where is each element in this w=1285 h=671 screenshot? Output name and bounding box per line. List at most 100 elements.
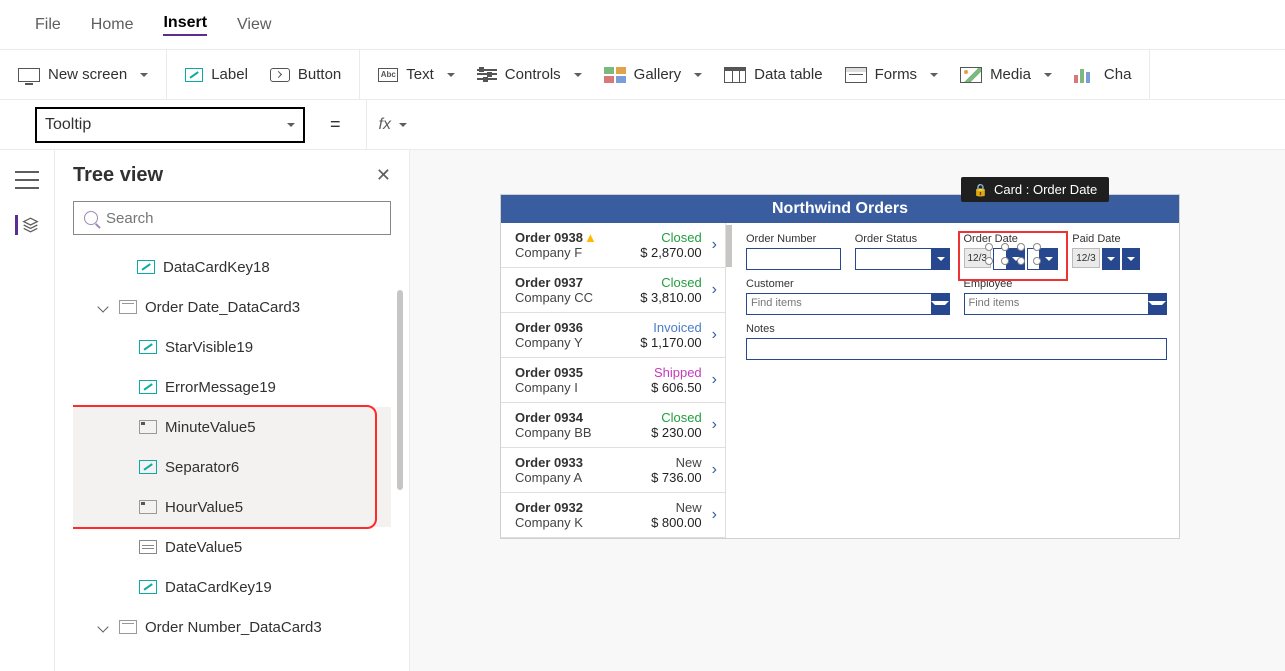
tree-item[interactable]: StarVisible19 [73, 327, 391, 367]
order-status: Closed [632, 230, 702, 245]
tree-item-label: DateValue5 [165, 539, 242, 556]
canvas: 🔒Card : Order Date Northwind Orders Orde… [410, 150, 1285, 671]
menu-insert[interactable]: Insert [163, 14, 207, 36]
order-name: Order 0937 [515, 275, 632, 290]
app-preview: 🔒Card : Order Date Northwind Orders Orde… [500, 194, 1180, 539]
menu-file[interactable]: File [35, 16, 61, 34]
text-dropdown[interactable]: AbcText [378, 66, 455, 83]
controls-dropdown[interactable]: Controls [477, 66, 582, 83]
order-name: Order 0938▲ [515, 230, 632, 245]
tree-item[interactable]: ErrorMessage19 [73, 367, 391, 407]
order-form: Order Number Order Status Order Date 12/… [734, 223, 1179, 538]
panel-title: Tree view [73, 164, 163, 187]
tree-item[interactable]: MinuteValue5 [73, 407, 391, 447]
forms-dropdown[interactable]: Forms [845, 66, 939, 83]
order-name: Order 0936 [515, 320, 632, 335]
tree-item[interactable]: DataCardKey19 [73, 567, 391, 607]
order-row[interactable]: Order 0934Company BBClosed$ 230.00› [501, 403, 725, 448]
order-price: $ 606.50 [632, 380, 702, 395]
tree-item-label: DataCardKey19 [165, 579, 272, 596]
tree-view-rail-icon[interactable] [15, 215, 39, 235]
employee-select[interactable]: Find items [964, 293, 1168, 315]
menu-view[interactable]: View [237, 16, 271, 34]
new-screen-button[interactable]: New screen [18, 66, 148, 83]
chevron-right-icon: › [702, 371, 717, 389]
order-status-label: Order Status [855, 233, 950, 245]
orders-list[interactable]: Order 0938▲Company FClosed$ 2,870.00›Ord… [501, 223, 726, 538]
media-dropdown[interactable]: Media [960, 66, 1052, 83]
order-status: New [632, 500, 702, 515]
tree-item-label: Separator6 [165, 459, 239, 476]
data-table-button[interactable]: Data table [724, 66, 822, 83]
order-number-label: Order Number [746, 233, 841, 245]
menu-home[interactable]: Home [91, 16, 134, 34]
close-icon[interactable]: ✕ [376, 165, 391, 186]
tree-item[interactable]: DateValue5 [73, 527, 391, 567]
data-table-icon [724, 67, 746, 83]
customer-select[interactable]: Find items [746, 293, 950, 315]
paid-date-value[interactable]: 12/3 [1072, 248, 1099, 268]
order-company: Company F [515, 245, 632, 260]
order-price: $ 800.00 [632, 515, 702, 530]
order-date-minute[interactable] [1027, 248, 1059, 270]
tree-item-label: HourValue5 [165, 499, 243, 516]
tree-item-label: Order Date_DataCard3 [145, 299, 300, 316]
tree-search[interactable] [73, 201, 391, 235]
list-scrollbar[interactable] [726, 225, 732, 267]
paid-date-minute[interactable] [1122, 248, 1140, 270]
order-status-select[interactable] [855, 248, 950, 270]
button-button[interactable]: Button [270, 66, 341, 83]
screen-icon [18, 68, 40, 82]
tree-item-label: Order Number_DataCard3 [145, 619, 322, 636]
caret-icon [97, 301, 108, 312]
notes-input[interactable] [746, 338, 1167, 360]
property-selector[interactable]: Tooltip [35, 107, 305, 143]
menu-icon[interactable] [15, 170, 39, 190]
box-icon [139, 500, 157, 514]
tree-view-panel: Tree view ✕ DataCardKey18 Order Date_Data… [55, 150, 410, 671]
tree-item[interactable]: Order Date_DataCard3 [73, 287, 391, 327]
order-row[interactable]: Order 0935Company IShipped$ 606.50› [501, 358, 725, 403]
formula-bar[interactable]: fx [366, 100, 1285, 150]
order-row[interactable]: Order 0932Company KNew$ 800.00› [501, 493, 725, 538]
order-price: $ 1,170.00 [632, 335, 702, 350]
order-status: Closed [632, 410, 702, 425]
order-company: Company A [515, 470, 632, 485]
order-price: $ 230.00 [632, 425, 702, 440]
chevron-down-icon [932, 248, 950, 270]
order-name: Order 0935 [515, 365, 632, 380]
order-company: Company K [515, 515, 632, 530]
order-row[interactable]: Order 0938▲Company FClosed$ 2,870.00› [501, 223, 725, 268]
tree-item-label: StarVisible19 [165, 339, 253, 356]
order-date-value[interactable]: 12/3 [964, 248, 991, 268]
order-row[interactable]: Order 0933Company ANew$ 736.00› [501, 448, 725, 493]
order-number-input[interactable] [746, 248, 841, 270]
paid-date-hour[interactable] [1102, 248, 1120, 270]
charts-dropdown[interactable]: Cha [1074, 66, 1132, 83]
employee-label: Employee [964, 278, 1168, 290]
search-input[interactable] [106, 210, 380, 227]
order-row[interactable]: Order 0937Company CCClosed$ 3,810.00› [501, 268, 725, 313]
gallery-dropdown[interactable]: Gallery [604, 66, 703, 83]
order-date-hour[interactable] [993, 248, 1025, 270]
chevron-down-icon [394, 116, 407, 134]
tree-item[interactable]: Order Number_DataCard3 [73, 607, 391, 647]
controls-icon [477, 68, 497, 82]
tree-item[interactable]: DataCardKey18 [73, 247, 391, 287]
tree-item[interactable]: Separator6 [73, 447, 391, 487]
text-icon: Abc [378, 68, 398, 82]
charts-icon [1074, 67, 1096, 83]
pen-icon [137, 260, 155, 274]
tree-item-label: MinuteValue5 [165, 419, 256, 436]
form-icon [119, 620, 137, 634]
order-company: Company BB [515, 425, 632, 440]
equals-sign: = [320, 114, 351, 135]
panel-scrollbar[interactable] [397, 290, 403, 490]
order-row[interactable]: Order 0936Company YInvoiced$ 1,170.00› [501, 313, 725, 358]
label-button[interactable]: Label [185, 66, 248, 83]
search-icon [84, 211, 98, 225]
box-icon [139, 420, 157, 434]
forms-icon [845, 67, 867, 83]
label-icon [185, 68, 203, 82]
tree-item[interactable]: HourValue5 [73, 487, 391, 527]
